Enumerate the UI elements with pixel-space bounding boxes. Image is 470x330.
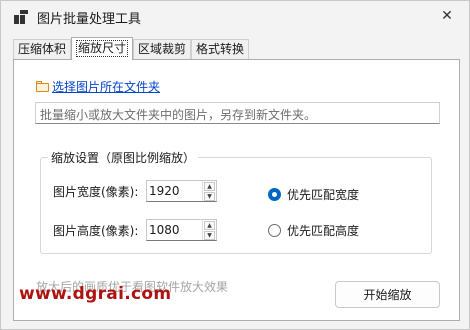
resize-settings-group bbox=[40, 157, 432, 254]
tab-bar: 压缩体积 缩放尺寸 区域裁剪 格式转换 bbox=[13, 37, 250, 60]
height-up-icon[interactable]: ▲ bbox=[204, 221, 215, 230]
folder-icon bbox=[36, 81, 50, 92]
tab-crop[interactable]: 区域裁剪 bbox=[133, 39, 192, 60]
radio-match-height-label: 优先匹配高度 bbox=[287, 224, 360, 238]
description-field: 批量缩小或放大文件夹中的图片，另存到新文件夹。 bbox=[35, 102, 440, 124]
tab-compress[interactable]: 压缩体积 bbox=[13, 39, 72, 60]
radio-match-width[interactable]: 优先匹配宽度 bbox=[268, 186, 359, 203]
app-window: 图片批量处理工具 ✕ 压缩体积 缩放尺寸 区域裁剪 格式转换 选择图片所在文件夹… bbox=[0, 0, 470, 330]
radio-match-width-label: 优先匹配宽度 bbox=[287, 188, 360, 202]
title-bar: 图片批量处理工具 ✕ bbox=[1, 1, 469, 33]
width-label: 图片宽度(像素): bbox=[53, 185, 139, 199]
start-resize-button[interactable]: 开始缩放 bbox=[335, 281, 440, 308]
radio-unchecked-icon[interactable] bbox=[268, 224, 281, 237]
radio-match-height[interactable]: 优先匹配高度 bbox=[268, 222, 359, 239]
watermark-text: www.dgrai.com bbox=[19, 284, 172, 304]
select-folder-link[interactable]: 选择图片所在文件夹 bbox=[36, 78, 160, 95]
group-title: 缩放设置（原图比例缩放） bbox=[48, 149, 199, 166]
width-stepper[interactable]: 1920 ▲ ▼ bbox=[146, 180, 217, 202]
width-down-icon[interactable]: ▼ bbox=[204, 192, 215, 201]
app-icon bbox=[14, 10, 28, 24]
width-up-icon[interactable]: ▲ bbox=[204, 182, 215, 191]
height-stepper[interactable]: 1080 ▲ ▼ bbox=[146, 219, 217, 241]
window-title: 图片批量处理工具 bbox=[37, 12, 142, 27]
resize-panel: 选择图片所在文件夹 批量缩小或放大文件夹中的图片，另存到新文件夹。 缩放设置（原… bbox=[13, 59, 460, 321]
height-label: 图片高度(像素): bbox=[53, 224, 139, 238]
width-value[interactable]: 1920 bbox=[147, 181, 202, 201]
select-folder-label[interactable]: 选择图片所在文件夹 bbox=[52, 78, 160, 95]
close-button[interactable]: ✕ bbox=[425, 1, 469, 31]
tab-convert[interactable]: 格式转换 bbox=[191, 39, 250, 60]
tab-resize[interactable]: 缩放尺寸 bbox=[71, 37, 134, 60]
height-down-icon[interactable]: ▼ bbox=[204, 231, 215, 240]
height-value[interactable]: 1080 bbox=[147, 220, 202, 240]
radio-checked-icon[interactable] bbox=[268, 188, 281, 201]
close-icon: ✕ bbox=[441, 8, 453, 24]
